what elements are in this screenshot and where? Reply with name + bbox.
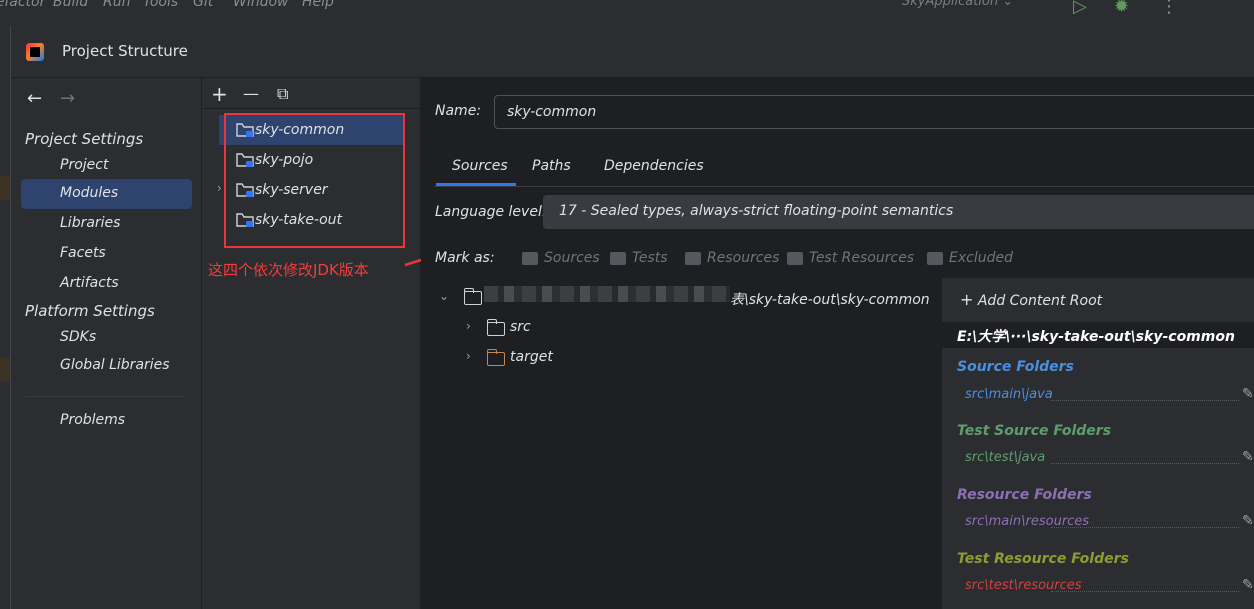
language-level-value: 17 - Sealed types, always-strict floatin… xyxy=(559,203,954,219)
language-level-select[interactable]: 17 - Sealed types, always-strict floatin… xyxy=(543,195,1254,229)
dialog-titlebar: Project Structure xyxy=(11,26,1254,78)
ide-menubar: Refactor Build Run Tools Git Window Help… xyxy=(0,0,1254,26)
background-highlight xyxy=(0,176,10,200)
excluded-folder-icon xyxy=(486,349,505,366)
edit-pencil-icon[interactable]: ✎ xyxy=(1242,577,1254,593)
nav-item-problems[interactable]: Problems xyxy=(60,412,125,428)
background-highlight xyxy=(0,358,10,382)
more-icon[interactable]: ⋮ xyxy=(1160,0,1178,17)
edit-pencil-icon[interactable]: ✎ xyxy=(1242,386,1254,402)
nav-item-facets[interactable]: Facets xyxy=(60,245,106,261)
tree-item-src[interactable]: src xyxy=(510,319,531,335)
run-icon[interactable]: ▷ xyxy=(1073,0,1087,17)
source-folders-header: Source Folders xyxy=(957,359,1074,375)
add-content-root-button[interactable]: + Add Content Root xyxy=(960,290,1102,309)
sources-folder-icon xyxy=(522,252,538,265)
menu-help[interactable]: Help xyxy=(302,0,334,10)
dotted-leader xyxy=(1051,527,1239,528)
menu-window[interactable]: Window xyxy=(233,0,289,10)
language-level-label: Language level: xyxy=(435,204,547,220)
content-roots-panel: + Add Content Root E:\大学\···\sky-take-ou… xyxy=(942,278,1254,609)
ide-background-strip xyxy=(0,26,10,609)
nav-item-libraries[interactable]: Libraries xyxy=(60,215,120,231)
menu-refactor[interactable]: Refactor xyxy=(0,0,45,10)
resource-folders-header: Resource Folders xyxy=(957,487,1092,503)
nav-item-global-libraries[interactable]: Global Libraries xyxy=(60,357,170,373)
toolbar-divider xyxy=(203,108,421,109)
tab-dependencies[interactable]: Dependencies xyxy=(604,158,704,174)
mark-excluded-button[interactable]: Excluded xyxy=(949,250,1013,266)
nav-divider xyxy=(25,396,185,397)
active-tab-indicator xyxy=(436,183,516,186)
expand-chevron-icon[interactable]: › xyxy=(466,319,471,333)
tests-folder-icon xyxy=(610,252,626,265)
annotation-text: 这四个依次修改JDK版本 xyxy=(208,261,369,279)
source-folder-path: src\main\java xyxy=(965,387,1053,402)
project-settings-header: Project Settings xyxy=(25,130,144,148)
intellij-logo-icon xyxy=(26,43,44,61)
module-editor: Name: Sources Paths Dependencies Languag… xyxy=(421,78,1254,609)
tree-root-path[interactable]: 表\sky-take-out\sky-common xyxy=(730,289,930,309)
menu-build[interactable]: Build xyxy=(53,0,88,10)
mark-tests-button[interactable]: Tests xyxy=(632,250,668,266)
forward-arrow-icon[interactable]: → xyxy=(60,88,75,109)
copy-module-icon[interactable]: ⧉ xyxy=(277,84,288,104)
expand-chevron-icon[interactable]: › xyxy=(466,349,471,363)
excluded-folder-icon xyxy=(927,252,943,265)
module-name-input[interactable] xyxy=(494,95,1254,129)
dotted-leader xyxy=(1051,591,1239,592)
edit-pencil-icon[interactable]: ✎ xyxy=(1242,513,1254,529)
menu-git[interactable]: Git xyxy=(193,0,213,10)
menu-tools[interactable]: Tools xyxy=(143,0,178,10)
mark-resources-button[interactable]: Resources xyxy=(707,250,779,266)
run-configuration-selector[interactable]: SkyApplication ⌄ xyxy=(902,0,1013,9)
folder-icon xyxy=(486,319,505,336)
nav-item-sdks[interactable]: SDKs xyxy=(60,329,96,345)
tab-paths[interactable]: Paths xyxy=(532,158,571,174)
nav-item-project[interactable]: Project xyxy=(60,157,108,173)
tree-item-target[interactable]: target xyxy=(510,349,553,365)
edit-pencil-icon[interactable]: ✎ xyxy=(1242,449,1254,465)
expand-chevron-icon[interactable]: › xyxy=(217,181,222,195)
dotted-leader xyxy=(1051,463,1239,464)
content-root-path: E:\大学\···\sky-take-out\sky-common xyxy=(957,329,1235,345)
annotation-highlight-box xyxy=(224,113,405,248)
nav-item-artifacts[interactable]: Artifacts xyxy=(60,275,119,291)
dotted-leader xyxy=(1051,400,1239,401)
nav-item-modules[interactable]: Modules xyxy=(60,185,118,201)
mark-as-label: Mark as: xyxy=(435,250,495,266)
debug-icon[interactable]: ✹ xyxy=(1114,0,1129,17)
test-source-folder-path: src\test\java xyxy=(965,450,1046,465)
add-module-icon[interactable]: + xyxy=(211,82,228,106)
settings-navigation: ← → Project Settings Project Modules Lib… xyxy=(11,78,202,609)
folder-icon xyxy=(463,288,482,305)
run-configuration-label: SkyApplication xyxy=(902,0,999,9)
tab-sources[interactable]: Sources xyxy=(452,158,508,174)
test-resources-folder-icon xyxy=(787,252,803,265)
platform-settings-header: Platform Settings xyxy=(25,302,155,320)
redacted-path xyxy=(484,286,730,302)
tab-divider xyxy=(434,186,1254,187)
dialog-title: Project Structure xyxy=(62,42,188,60)
back-arrow-icon[interactable]: ← xyxy=(27,88,42,109)
test-resource-folders-header: Test Resource Folders xyxy=(957,551,1129,567)
resources-folder-icon xyxy=(685,252,701,265)
remove-module-icon[interactable]: — xyxy=(243,84,259,103)
plus-icon: + xyxy=(960,290,974,309)
menu-run[interactable]: Run xyxy=(103,0,130,10)
add-content-root-label: Add Content Root xyxy=(977,293,1103,309)
mark-sources-button[interactable]: Sources xyxy=(544,250,600,266)
name-label: Name: xyxy=(435,103,482,119)
mark-test-resources-button[interactable]: Test Resources xyxy=(809,250,914,266)
content-root-header: E:\大学\···\sky-take-out\sky-common xyxy=(942,322,1254,348)
collapse-chevron-icon[interactable]: ⌄ xyxy=(439,289,449,303)
test-source-folders-header: Test Source Folders xyxy=(957,423,1112,439)
